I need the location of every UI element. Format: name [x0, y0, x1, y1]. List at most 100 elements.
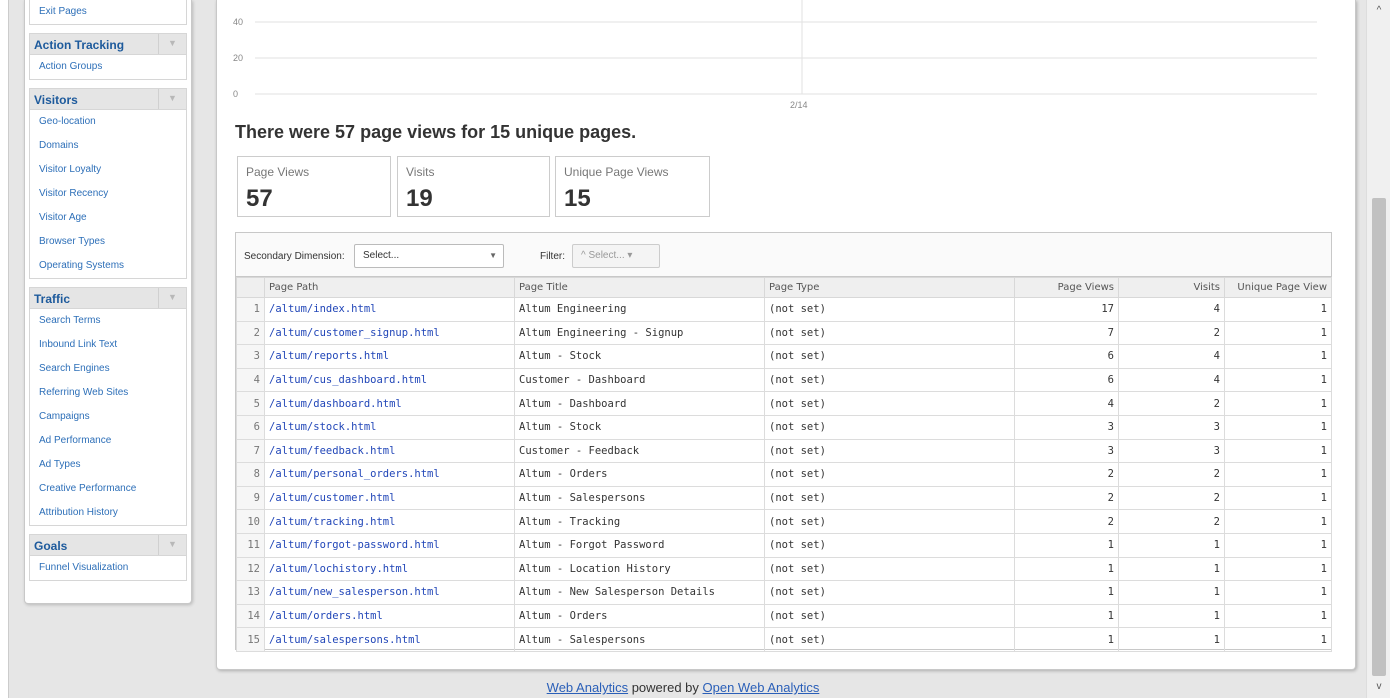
- sidebar-item[interactable]: Visitor Loyalty: [30, 158, 186, 182]
- kpi-unique-page-views: Unique Page Views 15: [555, 156, 710, 217]
- table-row: 6/altum/stock.html Altum - Stock (not set)…: [236, 414, 1332, 440]
- vertical-scrollbar[interactable]: ^ v: [1366, 0, 1390, 698]
- filter-select[interactable]: ^ Select... ▾: [572, 244, 660, 268]
- page-path-link[interactable]: /altum/salespersons.html: [264, 627, 515, 652]
- sidebar-item[interactable]: Ad Types: [30, 453, 186, 477]
- open-web-analytics-link[interactable]: Open Web Analytics: [703, 680, 820, 695]
- page-path-link[interactable]: /altum/lochistory.html: [264, 556, 515, 582]
- column-header[interactable]: Page Title: [514, 277, 765, 298]
- table-cell: 1: [1224, 391, 1332, 416]
- scrollbar-thumb[interactable]: [1372, 198, 1386, 676]
- table-cell: 6: [1014, 367, 1119, 393]
- table-cell: 1: [1224, 320, 1332, 346]
- kpi-page-views: Page Views 57: [237, 156, 391, 217]
- column-header[interactable]: [236, 277, 265, 298]
- sidebar-item[interactable]: Attribution History: [30, 501, 186, 525]
- table-cell: 1: [1118, 627, 1225, 652]
- sidebar-item[interactable]: Domains: [30, 134, 186, 158]
- sidebar-item[interactable]: Geo-location: [30, 110, 186, 134]
- page-path-link[interactable]: /altum/orders.html: [264, 603, 515, 629]
- table-cell: 1: [1224, 438, 1332, 464]
- sidebar-item[interactable]: Visitor Age: [30, 206, 186, 230]
- page-path-link[interactable]: /altum/personal_orders.html: [264, 462, 515, 487]
- table-cell: 3: [236, 344, 265, 369]
- report-panel: 40 20 0 2/14 There were 57 page views for 1…: [216, 0, 1356, 670]
- table-cell: 1: [1014, 603, 1119, 629]
- table-header-row: Page Path Page Title Page Type Page Views Vi…: [236, 277, 1332, 298]
- table-cell: 2: [1118, 391, 1225, 416]
- table-cell: 13: [236, 580, 265, 605]
- page-path-link[interactable]: /altum/cus_dashboard.html: [264, 367, 515, 393]
- column-header[interactable]: Page Path: [264, 277, 515, 298]
- table-cell: 1: [1224, 344, 1332, 369]
- table-cell: 1: [1224, 297, 1332, 322]
- sidebar-item[interactable]: Exit Pages: [30, 0, 186, 24]
- sidebar-group-header[interactable]: Traffic ▼: [29, 287, 187, 309]
- page-path-link[interactable]: /altum/customer.html: [264, 485, 515, 511]
- table-cell: 15: [236, 627, 265, 652]
- column-header[interactable]: Visits: [1118, 277, 1225, 298]
- y-tick-label: 0: [233, 89, 238, 99]
- sidebar-item[interactable]: Browser Types: [30, 230, 186, 254]
- page-path-link[interactable]: /altum/feedback.html: [264, 438, 515, 464]
- sidebar-group-header[interactable]: Action Tracking ▼: [29, 33, 187, 55]
- triangle-down-icon[interactable]: ▼: [158, 89, 186, 109]
- sidebar-item[interactable]: Funnel Visualization: [30, 556, 186, 580]
- table-cell: (not set): [764, 603, 1015, 629]
- table-cell: Altum Engineering: [514, 297, 765, 322]
- table-cell: 5: [236, 391, 265, 416]
- page-path-link[interactable]: /altum/stock.html: [264, 414, 515, 440]
- table-row: 3/altum/reports.html Altum - Stock (not se…: [236, 344, 1332, 369]
- sidebar-item[interactable]: Referring Web Sites: [30, 381, 186, 405]
- triangle-down-icon[interactable]: ▼: [158, 34, 186, 54]
- sidebar-item[interactable]: Creative Performance: [30, 477, 186, 501]
- caret-down-icon: ▼: [489, 251, 497, 260]
- page-path-link[interactable]: /altum/reports.html: [264, 344, 515, 369]
- sidebar-item[interactable]: Ad Performance: [30, 429, 186, 453]
- page-path-link[interactable]: /altum/customer_signup.html: [264, 320, 515, 346]
- sidebar-item[interactable]: Inbound Link Text: [30, 333, 186, 357]
- report-table-box: Secondary Dimension: Select... ▼ Filter:…: [235, 232, 1332, 652]
- table-cell: 14: [236, 603, 265, 629]
- column-header[interactable]: Page Type: [764, 277, 1015, 298]
- table-cell: (not set): [764, 320, 1015, 346]
- web-analytics-link[interactable]: Web Analytics: [547, 680, 628, 695]
- secondary-dimension-select[interactable]: Select... ▼: [354, 244, 504, 268]
- sidebar-item[interactable]: Visitor Recency: [30, 182, 186, 206]
- page-path-link[interactable]: /altum/index.html: [264, 297, 515, 322]
- table-cell: 7: [1014, 320, 1119, 346]
- sidebar-item[interactable]: Search Terms: [30, 309, 186, 333]
- triangle-down-icon[interactable]: ▼: [158, 288, 186, 308]
- column-header[interactable]: Page Views: [1014, 277, 1119, 298]
- kpi-visits: Visits 19: [397, 156, 550, 217]
- column-header[interactable]: Unique Page View: [1224, 277, 1332, 298]
- sidebar-group-items: Search Terms Inbound Link Text Search Engi…: [29, 309, 187, 526]
- table-row: 7/altum/feedback.html Customer - Feedback…: [236, 438, 1332, 464]
- sidebar-item[interactable]: Action Groups: [30, 55, 186, 79]
- triangle-down-icon[interactable]: ▼: [158, 535, 186, 555]
- page-path-link[interactable]: /altum/dashboard.html: [264, 391, 515, 416]
- kpi-label: Unique Page Views: [564, 165, 669, 179]
- table-cell: 1: [1224, 532, 1332, 558]
- page-path-link[interactable]: /altum/tracking.html: [264, 509, 515, 534]
- sidebar-item[interactable]: Campaigns: [30, 405, 186, 429]
- sidebar-item[interactable]: Search Engines: [30, 357, 186, 381]
- kpi-label: Visits: [406, 165, 435, 179]
- sidebar-group-header[interactable]: Visitors ▼: [29, 88, 187, 110]
- table-cell: 6: [1014, 344, 1119, 369]
- table-cell: 4: [1118, 344, 1225, 369]
- table-cell: (not set): [764, 462, 1015, 487]
- table-cell: Altum - Salespersons: [514, 485, 765, 511]
- table-row: 11/altum/forgot-password.html Altum - For…: [236, 532, 1332, 558]
- table-cell: 2: [236, 320, 265, 346]
- page-path-link[interactable]: /altum/forgot-password.html: [264, 532, 515, 558]
- page-path-link[interactable]: /altum/new_salesperson.html: [264, 580, 515, 605]
- sidebar-item[interactable]: Operating Systems: [30, 254, 186, 278]
- scroll-up-icon[interactable]: ^: [1367, 2, 1390, 20]
- sidebar-group-header[interactable]: Goals ▼: [29, 534, 187, 556]
- scroll-down-icon[interactable]: v: [1367, 678, 1390, 696]
- table-cell: Altum - Stock: [514, 344, 765, 369]
- table-cell: Customer - Feedback: [514, 438, 765, 464]
